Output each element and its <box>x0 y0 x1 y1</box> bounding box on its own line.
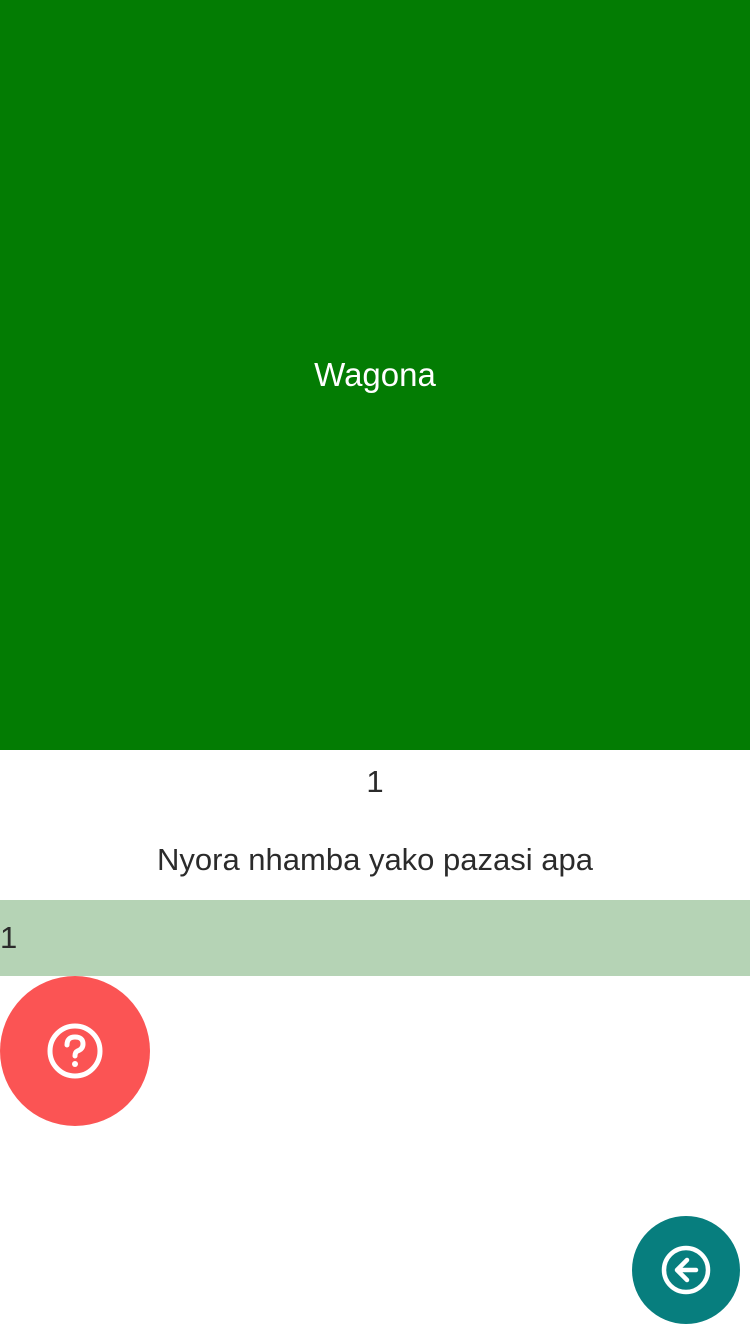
feedback-text: Wagona <box>314 356 436 393</box>
answer-input[interactable] <box>0 900 750 976</box>
help-button[interactable] <box>0 976 150 1126</box>
back-button[interactable] <box>632 1216 740 1324</box>
answer-prompt: Nyora nhamba yako pazasi apa <box>157 842 593 877</box>
question-circle-icon <box>46 1022 104 1080</box>
question-counter: 1 <box>366 764 384 799</box>
arrow-left-circle-icon <box>660 1244 712 1296</box>
feedback-panel: Wagona <box>0 0 750 750</box>
